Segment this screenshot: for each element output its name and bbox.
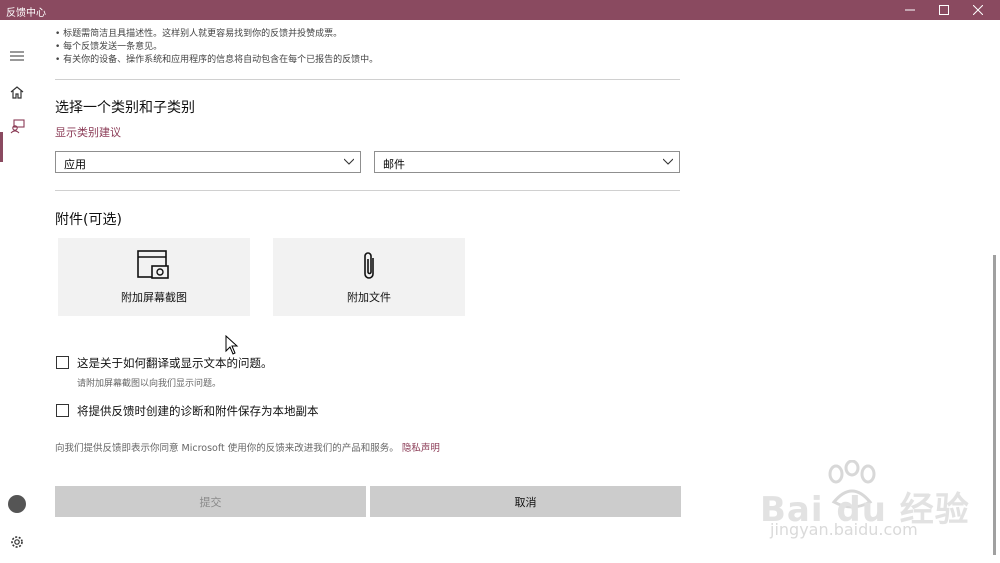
user-avatar[interactable] <box>8 495 26 513</box>
close-icon <box>973 5 983 15</box>
attach-screenshot-button[interactable]: 附加屏幕截图 <box>58 238 250 316</box>
screenshot-icon <box>58 250 250 282</box>
attach-screenshot-label: 附加屏幕截图 <box>121 291 187 304</box>
settings-button[interactable] <box>8 533 26 551</box>
guideline-item: • 标题需简洁且具描述性。这样别人就更容易找到你的反馈并投赞成票。 <box>55 29 343 39</box>
nav-selection-indicator <box>0 132 3 162</box>
chevron-down-icon <box>344 158 354 165</box>
navigation-rail <box>0 20 34 563</box>
maximize-button[interactable] <box>927 0 961 20</box>
chevron-down-icon <box>663 158 673 165</box>
guideline-item: • 每个反馈发送一条意见。 <box>55 42 163 52</box>
avatar-icon <box>8 495 26 513</box>
subcategory-dropdown[interactable]: 邮件 <box>374 151 680 173</box>
cancel-button[interactable]: 取消 <box>370 486 681 517</box>
divider <box>55 190 680 191</box>
privacy-statement-link[interactable]: 隐私声明 <box>402 443 440 454</box>
maximize-icon <box>939 5 949 15</box>
hamburger-menu-button[interactable] <box>8 47 26 65</box>
show-category-suggestions-link[interactable]: 显示类别建议 <box>55 124 121 140</box>
mouse-cursor-icon <box>225 335 239 355</box>
translation-issue-note: 请附加屏幕截图以向我们显示问题。 <box>77 379 222 389</box>
category-section-title: 选择一个类别和子类别 <box>55 100 195 116</box>
attachments-section-title: 附件(可选) <box>55 212 122 228</box>
title-bar: 反馈中心 <box>0 0 1000 20</box>
nav-feedback[interactable] <box>8 117 26 135</box>
consent-statement: 向我们提供反馈即表示你同意 Microsoft 使用你的反馈来改进我们的产品和服… <box>55 443 399 454</box>
subcategory-value: 邮件 <box>383 158 405 171</box>
save-local-copy-label[interactable]: 将提供反馈时创建的诊断和附件保存为本地副本 <box>77 403 319 419</box>
submit-button[interactable]: 提交 <box>55 486 366 517</box>
save-local-copy-checkbox[interactable] <box>56 404 69 417</box>
window-title: 反馈中心 <box>6 8 46 19</box>
guideline-list: • 标题需简洁且具描述性。这样别人就更容易找到你的反馈并投赞成票。 • 每个反馈… <box>55 28 378 67</box>
divider <box>55 79 680 80</box>
close-button[interactable] <box>961 0 995 20</box>
nav-home[interactable] <box>8 83 26 101</box>
hamburger-icon <box>10 51 24 61</box>
watermark-url: jingyan.baidu.com <box>770 520 918 539</box>
attach-file-button[interactable]: 附加文件 <box>273 238 465 316</box>
category-value: 应用 <box>64 158 86 171</box>
gear-icon <box>11 536 23 548</box>
feedback-icon <box>10 118 25 133</box>
paperclip-icon <box>273 250 465 282</box>
category-dropdown[interactable]: 应用 <box>55 151 361 173</box>
home-icon <box>10 85 24 99</box>
attach-file-label: 附加文件 <box>347 291 391 304</box>
minimize-icon <box>905 9 915 11</box>
baidu-watermark: Bai du 经验 jingyan.baidu.com <box>760 460 969 550</box>
vertical-scrollbar[interactable] <box>993 255 996 555</box>
minimize-button[interactable] <box>893 0 927 20</box>
consent-text: 向我们提供反馈即表示你同意 Microsoft 使用你的反馈来改进我们的产品和服… <box>55 440 440 454</box>
guideline-item: • 有关你的设备、操作系统和应用程序的信息将自动包含在每个已报告的反馈中。 <box>55 55 379 65</box>
translation-issue-label[interactable]: 这是关于如何翻译或显示文本的问题。 <box>77 355 273 371</box>
translation-issue-checkbox[interactable] <box>56 356 69 369</box>
